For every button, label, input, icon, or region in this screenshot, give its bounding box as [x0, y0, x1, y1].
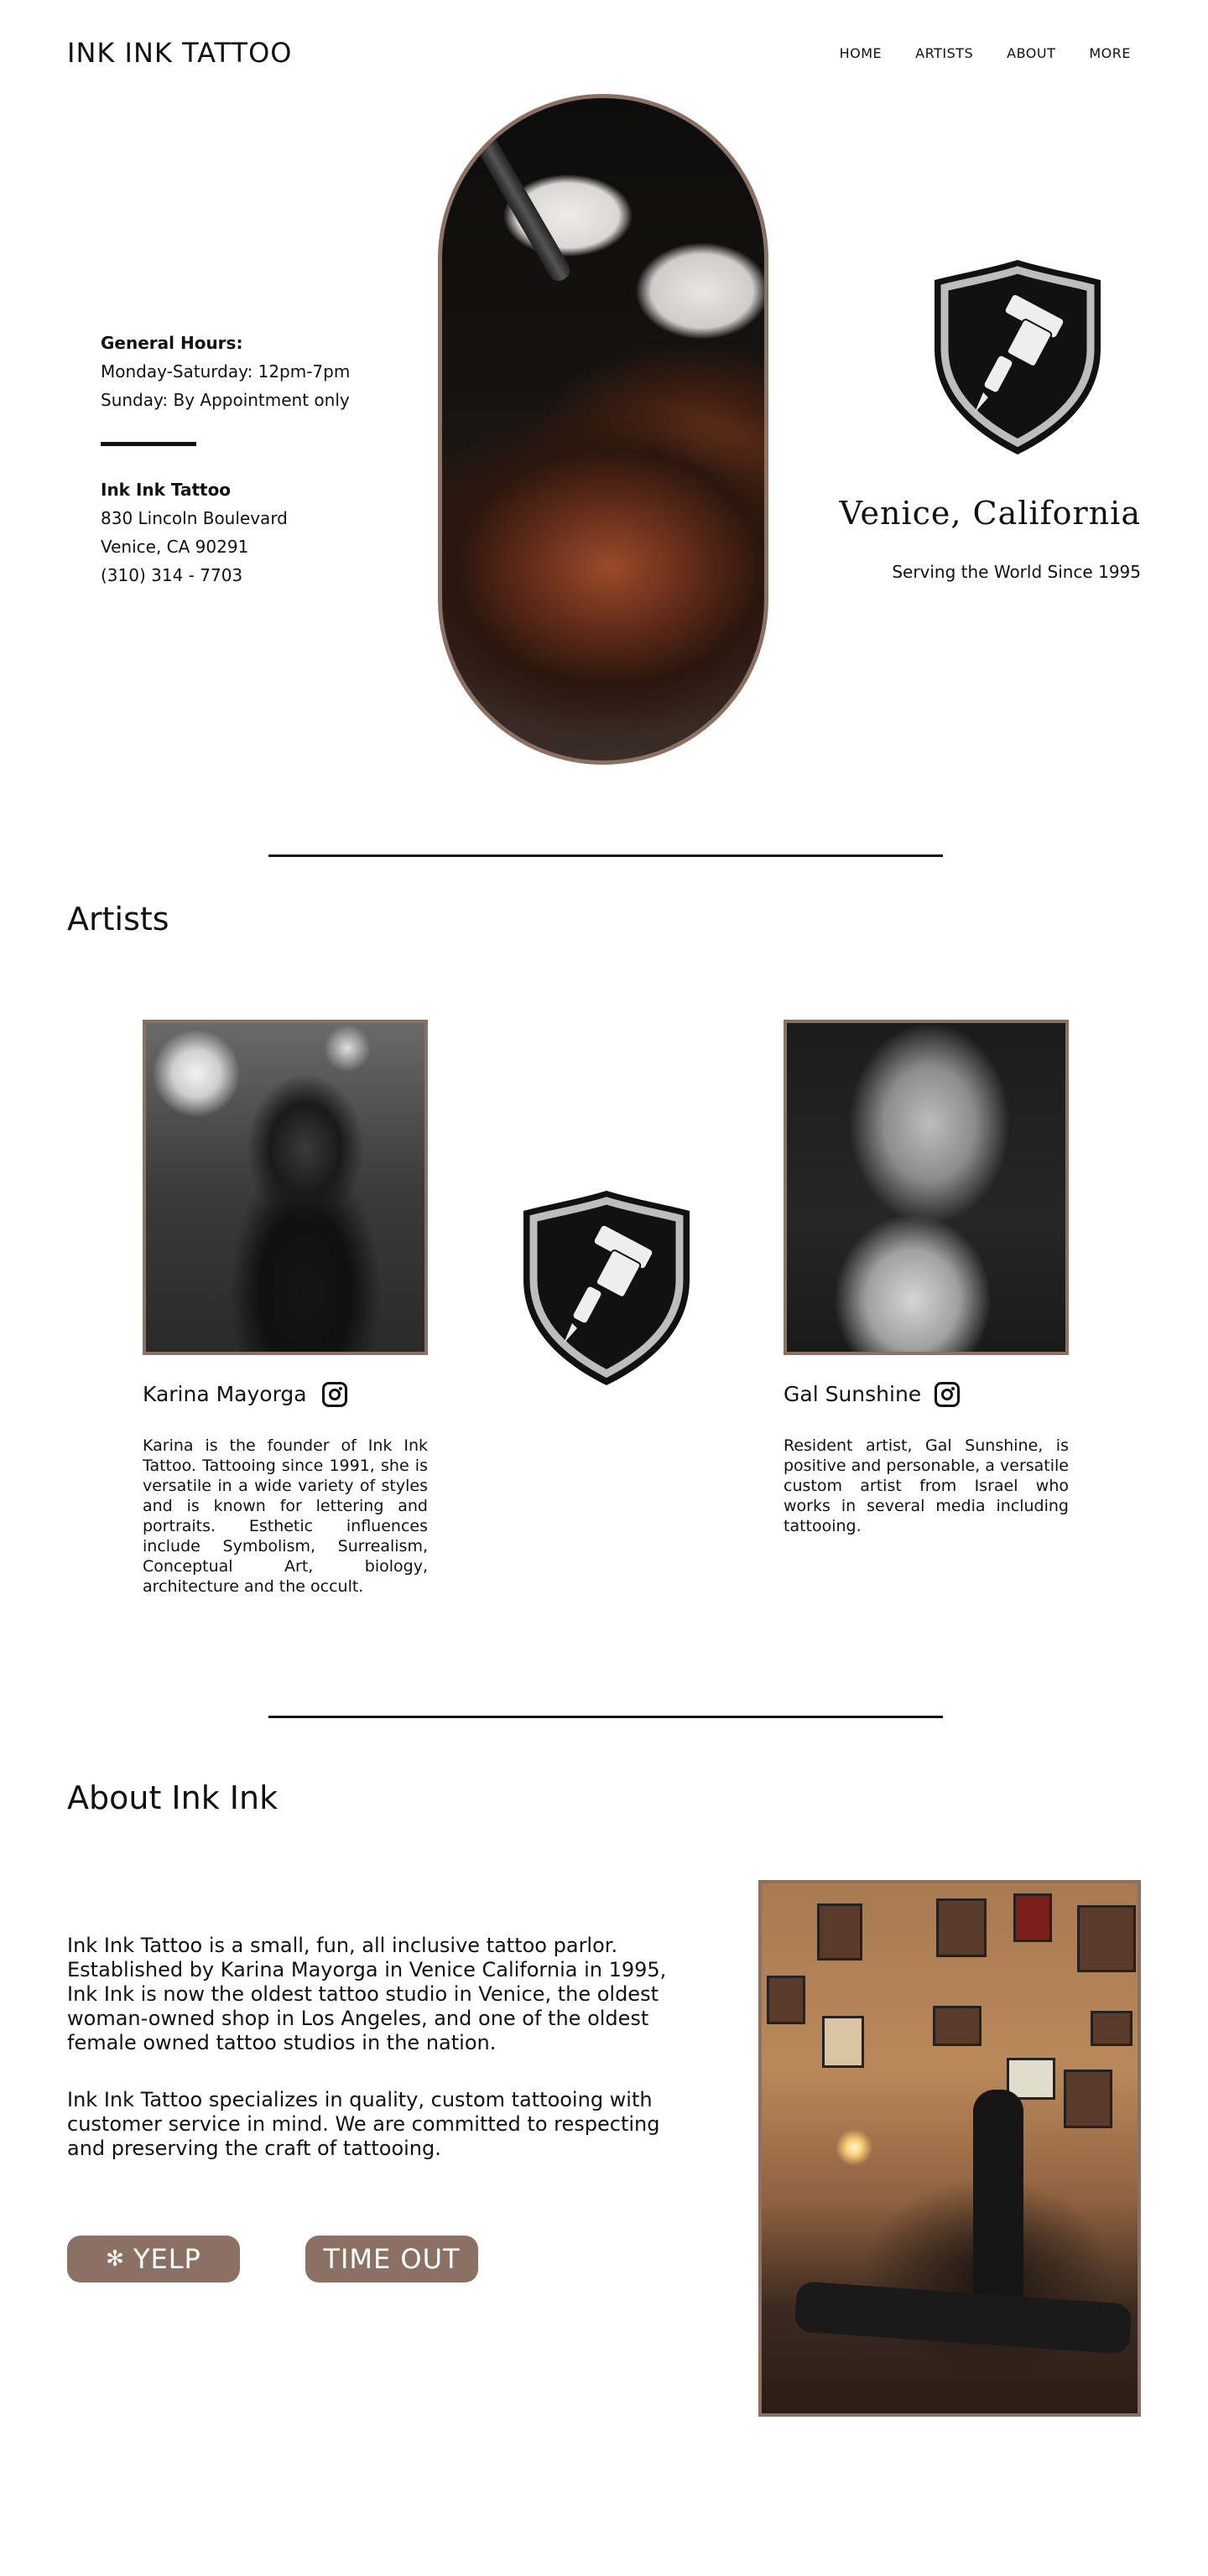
hours-title: General Hours: — [101, 333, 243, 353]
wall-frame — [1091, 2011, 1132, 2046]
timeout-label: TIME OUT — [323, 2243, 461, 2275]
wall-frame — [822, 2016, 864, 2068]
studio-photo — [758, 1880, 1141, 2417]
nav-about[interactable]: ABOUT — [1007, 45, 1055, 61]
yelp-button[interactable]: ✻ YELP — [67, 2236, 240, 2283]
site-logo[interactable]: INK INK TATTOO — [67, 37, 292, 69]
tattoo-chair — [794, 2281, 1132, 2355]
divider — [101, 442, 196, 446]
tattoo-pen-shape — [466, 121, 574, 285]
wall-frame — [933, 2006, 982, 2046]
instagram-icon[interactable] — [322, 1382, 347, 1407]
yelp-label: YELP — [133, 2243, 201, 2275]
hours-weekday: Monday-Saturday: 12pm-7pm — [101, 361, 351, 382]
about-heading: About Ink Ink — [67, 1779, 279, 1816]
hero-tattoo-image — [438, 94, 768, 765]
section-divider — [268, 1716, 943, 1718]
timeout-button[interactable]: TIME OUT — [305, 2236, 478, 2283]
wall-frame — [1013, 1893, 1052, 1942]
tattoo-machine-shield-icon — [520, 1187, 693, 1389]
wall-frame — [817, 1903, 862, 1961]
about-paragraph-1: Ink Ink Tattoo is a small, fun, all incl… — [67, 1934, 667, 2054]
yelp-icon: ✻ — [106, 2246, 125, 2272]
hours-block: General Hours: Monday-Saturday: 12pm-7pm… — [101, 329, 350, 414]
location-title: Venice, California — [839, 495, 1141, 532]
nav-more[interactable]: MORE — [1089, 45, 1131, 61]
artist-bio-gal: Resident artist, Gal Sunshine, is positi… — [784, 1436, 1069, 1535]
artists-heading: Artists — [67, 901, 169, 937]
address-block: Ink Ink Tattoo 830 Lincoln Boulevard Ven… — [101, 475, 288, 589]
instagram-icon[interactable] — [935, 1382, 960, 1407]
hours-sunday: Sunday: By Appointment only — [101, 390, 350, 410]
shop-name: Ink Ink Tattoo — [101, 480, 232, 500]
street-address: 830 Lincoln Boulevard — [101, 508, 288, 528]
wall-frame — [936, 1898, 987, 1957]
wall-frame — [1077, 1905, 1136, 1972]
tattoo-machine-shield-icon — [931, 257, 1104, 458]
section-divider — [268, 854, 943, 857]
artist-photo-gal — [784, 1020, 1069, 1355]
wall-frame — [767, 1976, 805, 2024]
artist-name-gal: Gal Sunshine — [784, 1382, 922, 1406]
about-paragraph-2: Ink Ink Tattoo specializes in quality, c… — [67, 2088, 660, 2160]
main-nav: HOME ARTISTS ABOUT MORE — [840, 45, 1131, 61]
nav-home[interactable]: HOME — [840, 45, 883, 61]
city-state-zip: Venice, CA 90291 — [101, 537, 249, 557]
tagline: Serving the World Since 1995 — [892, 562, 1141, 582]
artist-name-karina: Karina Mayorga — [143, 1382, 307, 1406]
wall-frame — [1064, 2070, 1112, 2128]
artist-photo-karina — [143, 1020, 428, 1355]
nav-artists[interactable]: ARTISTS — [915, 45, 973, 61]
phone-number: (310) 314 - 7703 — [101, 565, 243, 585]
artist-bio-karina: Karina is the founder of Ink Ink Tattoo.… — [143, 1436, 428, 1596]
